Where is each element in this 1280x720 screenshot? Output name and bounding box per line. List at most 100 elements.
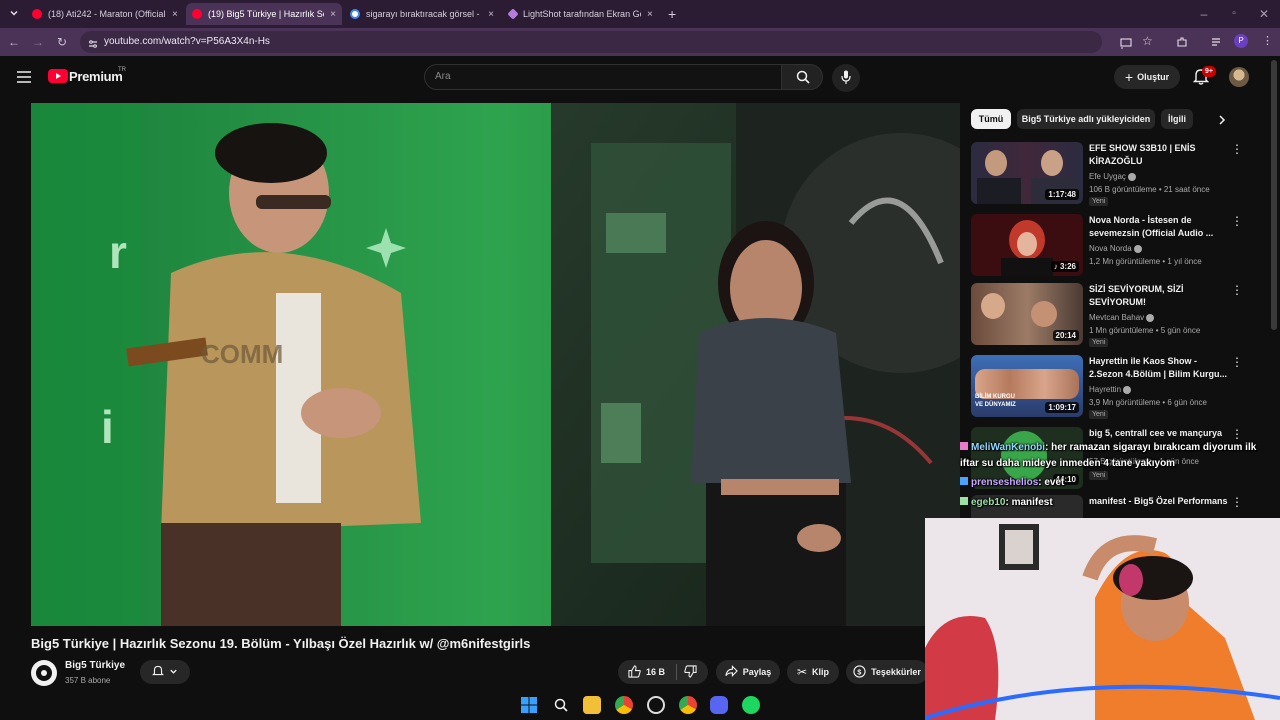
video-title[interactable]: EFE SHOW S3B10 | ENİS KİRAZOĞLU <box>1089 142 1231 168</box>
tab-close-icon[interactable]: × <box>330 9 336 20</box>
extensions-icon[interactable] <box>1176 35 1188 53</box>
site-info-icon[interactable] <box>88 36 98 54</box>
more-options-icon[interactable]: ⋮ <box>1231 142 1243 156</box>
video-meta: 3,9 Mn görüntüleme • 6 gün önce <box>1089 398 1207 407</box>
video-duration: ♪ 3:26 <box>1050 261 1079 272</box>
browser-tab-active[interactable]: (19) Big5 Türkiye | Hazırlık Sezo × <box>186 3 342 25</box>
create-button[interactable]: + Oluştur <box>1114 65 1180 89</box>
thanks-button[interactable]: $ Teşekkürler <box>846 660 928 684</box>
filter-chip-all[interactable]: Tümü <box>971 109 1011 129</box>
more-options-icon[interactable]: ⋮ <box>1231 495 1243 509</box>
voice-search-button[interactable] <box>832 64 860 92</box>
chat-text: : her ramazan sigarayı bırakıcam diyorum… <box>1045 442 1257 453</box>
reading-list-icon[interactable] <box>1210 35 1222 53</box>
dislike-button[interactable] <box>684 665 697 680</box>
window-close-icon[interactable]: ✕ <box>1256 6 1272 22</box>
recommendation-item[interactable]: 1:17:48 EFE SHOW S3B10 | ENİS KİRAZOĞLU … <box>971 142 1261 206</box>
video-title[interactable]: SİZİ SEVİYORUM, SİZİ SEVİYORUM! <box>1089 283 1231 309</box>
new-tab-button[interactable]: + <box>662 3 680 25</box>
channel-name-text: Nova Norda <box>1089 244 1132 253</box>
video-title[interactable]: manifest - Big5 Özel Performans <box>1089 495 1231 508</box>
chat-username: MeliWanKenobi <box>971 442 1046 453</box>
chat-badge-icon <box>960 497 968 505</box>
webcam-overlay <box>925 518 1280 720</box>
chips-next-chevron-icon[interactable] <box>1216 113 1228 131</box>
google-favicon-icon <box>350 9 360 19</box>
account-avatar[interactable] <box>1229 67 1249 87</box>
video-title[interactable]: Hayrettin ile Kaos Show - 2.Sezon 4.Bölü… <box>1089 355 1231 381</box>
more-options-icon[interactable]: ⋮ <box>1231 427 1243 441</box>
channel-name[interactable]: Nova Norda <box>1089 244 1142 253</box>
chrome-profile-icon[interactable] <box>678 696 697 714</box>
more-options-icon[interactable]: ⋮ <box>1231 283 1243 297</box>
svg-text:$: $ <box>857 667 862 676</box>
new-badge: Yeni <box>1089 471 1109 480</box>
channel-avatar[interactable] <box>31 660 57 686</box>
channel-name[interactable]: Mevtcan Bahav <box>1089 313 1155 322</box>
channel-name-text: Efe Uygaç <box>1089 172 1126 181</box>
spotify-icon[interactable] <box>741 696 760 714</box>
chrome-icon[interactable] <box>615 696 634 714</box>
chat-text: : evet <box>1038 477 1065 488</box>
minimize-icon[interactable]: – <box>1196 6 1212 22</box>
profile-avatar[interactable]: P <box>1234 34 1248 48</box>
hamburger-menu-icon[interactable] <box>17 70 31 88</box>
filter-chip-uploader[interactable]: Big5 Türkiye adlı yükleyiciden <box>1017 109 1155 129</box>
video-duration: 1:17:48 <box>1045 189 1079 200</box>
tab-close-icon[interactable]: × <box>172 9 178 20</box>
cast-icon[interactable] <box>1120 36 1132 54</box>
tab-title: (18) Ati242 - Maraton (Official V <box>48 9 166 19</box>
browser-tab[interactable]: LightShot tarafından Ekran Görü × <box>503 3 659 25</box>
discord-icon[interactable] <box>710 696 729 714</box>
tab-search-chevron-icon[interactable] <box>6 6 22 22</box>
chat-message: egeb10: manifest <box>960 497 1053 508</box>
video-title[interactable]: big 5, centrall cee ve mançurya <box>1089 427 1231 440</box>
page-scrollbar[interactable] <box>1271 60 1277 330</box>
subscription-bell-button[interactable] <box>140 660 190 684</box>
back-icon[interactable]: ← <box>6 34 22 50</box>
like-dislike-group: 16 B <box>618 660 708 684</box>
youtube-header: Premium TR Ara + Oluştur 9+ <box>0 56 1280 98</box>
like-button[interactable]: 16 B <box>628 664 665 680</box>
reload-icon[interactable]: ↻ <box>54 34 70 50</box>
filter-chip-related[interactable]: İlgili <box>1161 109 1193 129</box>
channel-name[interactable]: Efe Uygaç <box>1089 172 1137 181</box>
channel-name[interactable]: Big5 Türkiye <box>65 660 125 671</box>
video-title[interactable]: Nova Norda - İstesen de sevemezsin (Offi… <box>1089 214 1231 240</box>
search-input[interactable]: Ara <box>424 64 782 90</box>
lightshot-favicon-icon <box>507 8 519 20</box>
share-button[interactable]: Paylaş <box>716 660 780 684</box>
browser-tab[interactable]: (18) Ati242 - Maraton (Official V × <box>26 3 184 25</box>
obs-icon[interactable] <box>646 696 665 714</box>
verified-check-icon <box>1133 244 1142 253</box>
more-options-icon[interactable]: ⋮ <box>1231 355 1243 369</box>
bookmark-star-icon[interactable]: ☆ <box>1142 34 1153 48</box>
recommendation-item[interactable]: ♪ 3:26 Nova Norda - İstesen de sevemezsi… <box>971 214 1261 278</box>
video-thumbnail[interactable]: 20:14 <box>971 283 1083 345</box>
clip-button[interactable]: ✂ Klip <box>787 660 839 684</box>
file-explorer-icon[interactable] <box>583 696 602 714</box>
windows-taskbar <box>520 690 760 720</box>
recommendation-item[interactable]: 20:14 SİZİ SEVİYORUM, SİZİ SEVİYORUM! Me… <box>971 283 1261 347</box>
address-bar[interactable]: youtube.com/watch?v=P56A3X4n-Hs ☆ <box>80 31 1153 54</box>
video-thumbnail[interactable]: ♪ 3:26 <box>971 214 1083 276</box>
channel-name[interactable]: Hayrettin <box>1089 385 1132 394</box>
chrome-menu-icon[interactable]: ⋮ <box>1262 34 1273 47</box>
recommendation-item[interactable]: BİLİM KURGU VE DÜNYAMIZ 1:09:17 Hayrettin… <box>971 355 1261 419</box>
chat-message: MeliWanKenobi: her ramazan sigarayı bıra… <box>960 442 1256 453</box>
more-options-icon[interactable]: ⋮ <box>1231 214 1243 228</box>
search-icon[interactable] <box>552 696 570 714</box>
tab-close-icon[interactable]: × <box>647 9 653 20</box>
windows-start-icon[interactable] <box>520 696 538 714</box>
browser-toolbar: ← → ↻ youtube.com/watch?v=P56A3X4n-Hs ☆ … <box>0 28 1280 56</box>
youtube-logo-icon[interactable] <box>48 69 68 83</box>
forward-icon[interactable]: → <box>30 34 46 50</box>
video-player[interactable]: r i COMM <box>31 103 960 626</box>
video-thumbnail[interactable]: 1:17:48 <box>971 142 1083 204</box>
browser-tab[interactable]: sigarayı bıraktıracak görsel - Go × <box>344 3 500 25</box>
youtube-logo-text[interactable]: Premium <box>69 69 123 84</box>
maximize-icon[interactable]: ▫ <box>1226 6 1242 22</box>
tab-close-icon[interactable]: × <box>488 9 494 20</box>
search-button[interactable] <box>781 64 823 90</box>
video-thumbnail[interactable]: BİLİM KURGU VE DÜNYAMIZ 1:09:17 <box>971 355 1083 417</box>
